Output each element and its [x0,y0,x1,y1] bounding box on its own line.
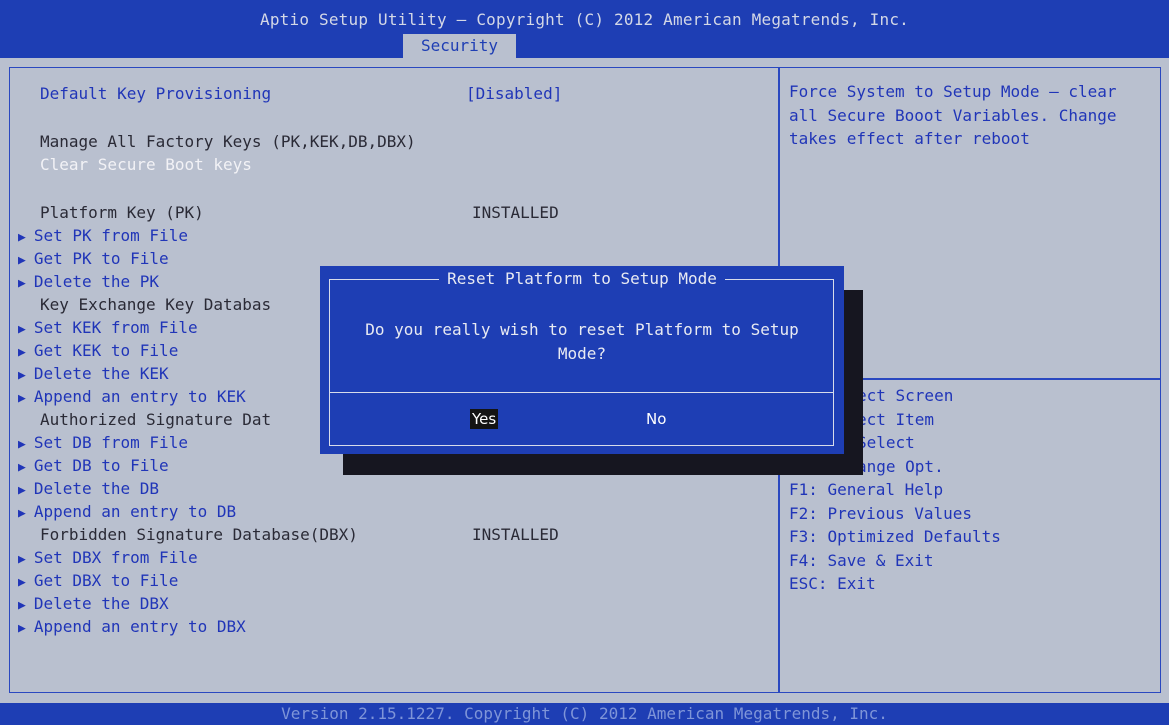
submenu-arrow-icon: ▶ [18,621,26,636]
tab-security[interactable]: Security [403,34,516,58]
submenu-arrow-icon: ▶ [18,345,26,360]
submenu-arrow-icon: ▶ [18,253,26,268]
set-dbx-item[interactable]: ▶ Set DBX from File [18,548,198,567]
version-footer: Version 2.15.1227. Copyright (C) 2012 Am… [0,703,1169,725]
key-hint: ESC: Exit [789,574,876,593]
dialog-message: Do you really wish to reset Platform to … [365,320,799,363]
key-hint: F3: Optimized Defaults [789,527,1001,546]
kek-database-label: Key Exchange Key Databas [40,295,272,314]
submenu-arrow-icon: ▶ [18,460,26,475]
clear-secure-boot-keys-item[interactable]: Clear Secure Boot keys [40,155,252,174]
help-description: Force System to Setup Mode – clear all S… [789,82,1117,148]
app-title: Aptio Setup Utility – Copyright (C) 2012… [260,10,909,29]
submenu-arrow-icon: ▶ [18,391,26,406]
delete-db-item[interactable]: ▶ Delete the DB [18,479,159,498]
submenu-arrow-icon: ▶ [18,368,26,383]
append-dbx-item[interactable]: ▶ Append an entry to DBX [18,617,246,636]
submenu-arrow-icon: ▶ [18,483,26,498]
set-db-item[interactable]: ▶ Set DB from File [18,433,188,452]
default-key-provisioning-value[interactable]: [Disabled] [466,84,562,103]
platform-key-status: INSTALLED [472,203,559,222]
default-key-provisioning-label: Default Key Provisioning [40,84,272,103]
submenu-arrow-icon: ▶ [18,575,26,590]
append-kek-item[interactable]: ▶ Append an entry to KEK [18,387,246,406]
set-pk-item[interactable]: ▶ Set PK from File [18,226,188,245]
forbidden-signature-db-status: INSTALLED [472,525,559,544]
manage-factory-keys-heading: Manage All Factory Keys (PK,KEK,DB,DBX) [40,132,416,151]
get-db-item[interactable]: ▶ Get DB to File [18,456,169,475]
key-hint: F2: Previous Values [789,503,973,523]
key-hint: F4: Save & Exit [789,550,934,570]
delete-dbx-item[interactable]: ▶ Delete the DBX [18,594,169,613]
submenu-arrow-icon: ▶ [18,506,26,521]
reset-platform-dialog: Reset Platform to Setup Mode Do you real… [320,266,844,454]
get-kek-item[interactable]: ▶ Get KEK to File [18,341,178,360]
submenu-arrow-icon: ▶ [18,552,26,567]
submenu-arrow-icon: ▶ [18,598,26,613]
delete-kek-item[interactable]: ▶ Delete the KEK [18,364,169,383]
get-dbx-item[interactable]: ▶ Get DBX to File [18,571,178,590]
key-hint: F1: General Help [789,480,944,499]
platform-key-label: Platform Key (PK) [40,203,204,222]
forbidden-signature-db-label: Forbidden Signature Database(DBX) [40,525,358,544]
authorized-signature-db-label: Authorized Signature Dat [40,410,272,429]
submenu-arrow-icon: ▶ [18,276,26,291]
default-key-provisioning-item[interactable]: Default Key Provisioning [40,84,271,103]
delete-pk-item[interactable]: ▶ Delete the PK [18,272,159,291]
submenu-arrow-icon: ▶ [18,322,26,337]
append-db-item[interactable]: ▶ Append an entry to DB [18,502,236,521]
yes-button[interactable]: Yes [470,409,499,429]
no-button[interactable]: No [646,410,666,428]
dialog-title: Reset Platform to Setup Mode [320,269,844,288]
get-pk-item[interactable]: ▶ Get PK to File [18,249,169,268]
submenu-arrow-icon: ▶ [18,437,26,452]
title-bar: Aptio Setup Utility – Copyright (C) 2012… [0,0,1169,58]
set-kek-item[interactable]: ▶ Set KEK from File [18,318,198,337]
dialog-separator [329,392,834,393]
submenu-arrow-icon: ▶ [18,230,26,245]
